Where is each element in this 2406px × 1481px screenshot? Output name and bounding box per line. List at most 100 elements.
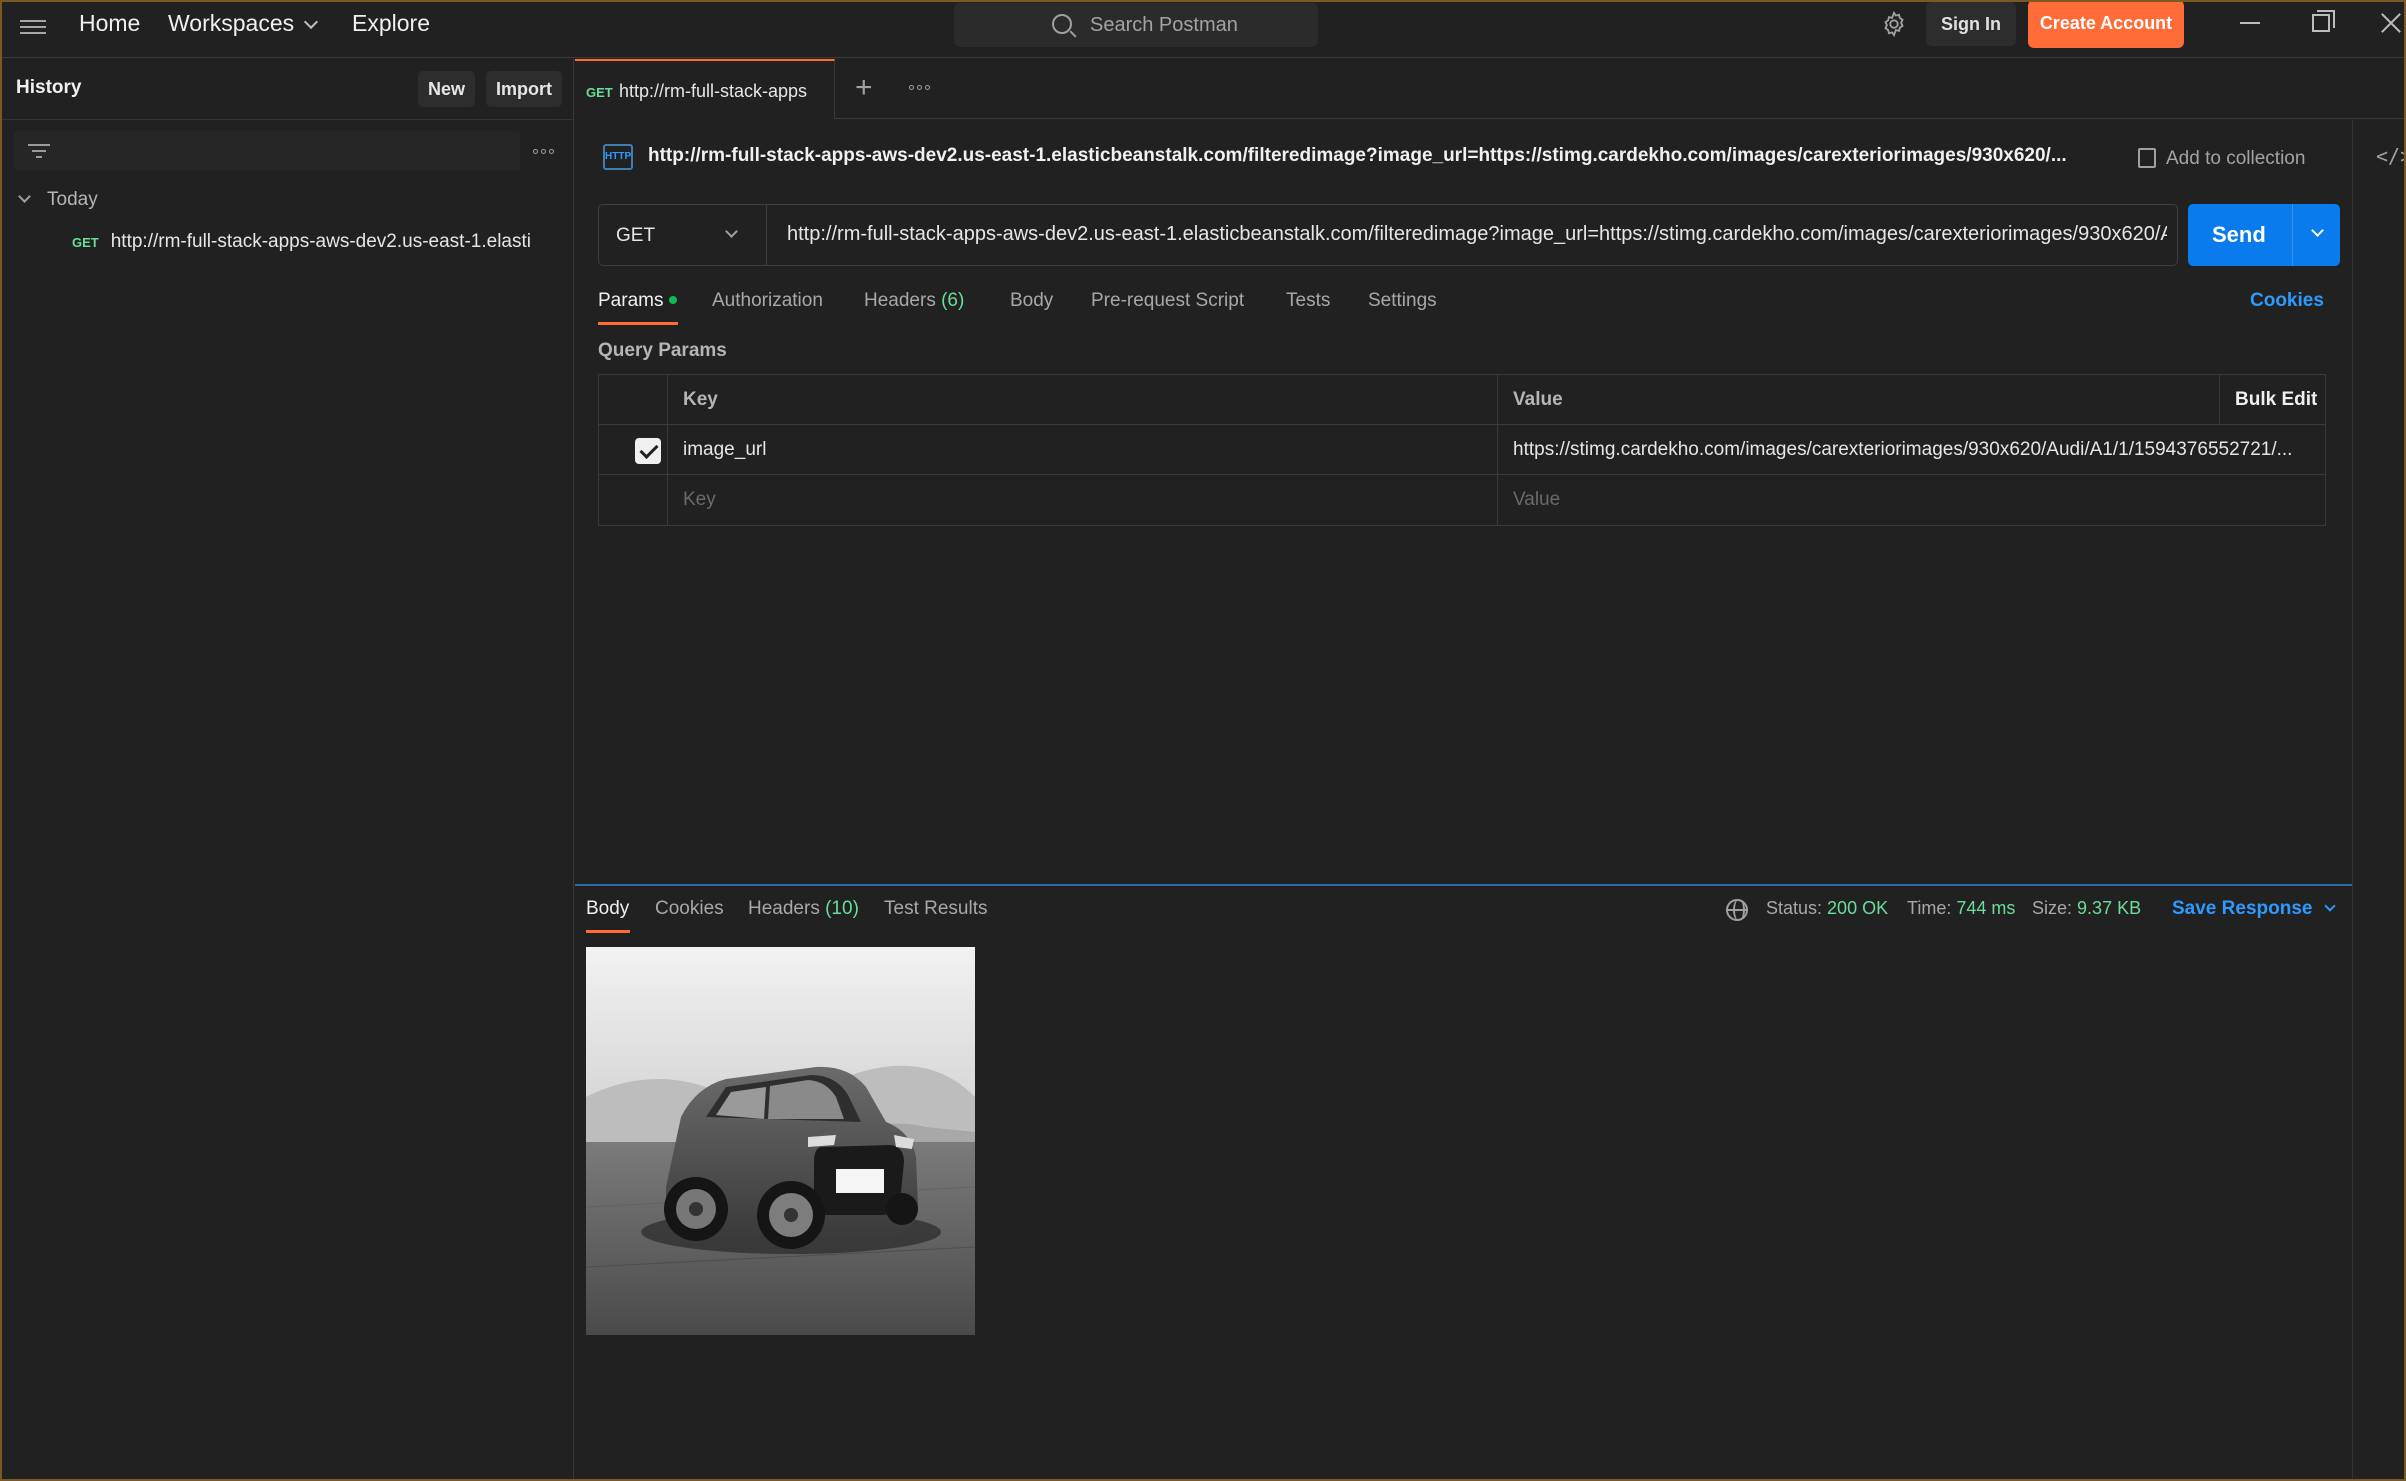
tab-method: GET — [586, 85, 613, 100]
param-key-input[interactable]: image_url — [683, 439, 1483, 461]
send-options-chevron-icon[interactable] — [2311, 224, 2324, 237]
tab-settings[interactable]: Settings — [1368, 290, 1437, 312]
nav-workspaces[interactable]: Workspaces — [168, 10, 319, 37]
table-row: image_url https://stimg.cardekho.com/ima… — [599, 425, 2325, 475]
nav-home[interactable]: Home — [79, 10, 140, 37]
headers-count: (6) — [941, 290, 965, 311]
response-tab-cookies[interactable]: Cookies — [655, 898, 724, 920]
code-icon[interactable]: </> — [2376, 144, 2406, 168]
cookies-link[interactable]: Cookies — [2250, 290, 2324, 312]
bulk-edit-button[interactable]: Bulk Edit — [2235, 389, 2317, 411]
time-info[interactable]: Time: 744 ms — [1907, 898, 2015, 919]
tab-options-icon[interactable] — [909, 85, 930, 90]
close-icon[interactable] — [2378, 10, 2404, 36]
active-response-tab-indicator — [586, 930, 630, 933]
response-pane-divider[interactable] — [575, 884, 2352, 886]
save-response-label: Save Response — [2172, 898, 2313, 919]
table-row-empty: Key Value — [599, 475, 2325, 525]
search-icon — [1052, 14, 1072, 34]
column-divider — [667, 375, 668, 525]
size-label: Size: — [2032, 898, 2073, 918]
column-divider — [1497, 375, 1498, 525]
tab-headers[interactable]: Headers (6) — [864, 290, 964, 312]
history-item-method: GET — [72, 235, 99, 250]
history-filter-input[interactable] — [14, 131, 520, 171]
param-value-input[interactable]: https://stimg.cardekho.com/images/carext… — [1513, 439, 2313, 461]
status-info[interactable]: Status: 200 OK — [1766, 898, 1888, 919]
method-select[interactable]: GET — [599, 205, 767, 265]
size-info[interactable]: Size: 9.37 KB — [2032, 898, 2141, 919]
response-tab-body[interactable]: Body — [586, 898, 629, 920]
size-value: 9.37 KB — [2077, 898, 2142, 918]
history-item-url: http://rm-full-stack-apps-aws-dev2.us-ea… — [110, 231, 531, 252]
sidebar-divider — [0, 119, 574, 120]
tab-body[interactable]: Body — [1010, 290, 1053, 312]
url-bar: GET http://rm-full-stack-apps-aws-dev2.u… — [598, 204, 2178, 266]
history-item[interactable]: GET http://rm-full-stack-apps-aws-dev2.us… — [72, 231, 572, 253]
status-value: 200 OK — [1827, 898, 1889, 918]
import-button[interactable]: Import — [486, 71, 562, 107]
chevron-down-icon — [725, 225, 738, 238]
query-params-table: Key Value Bulk Edit image_url https://st… — [598, 374, 2326, 526]
collection-icon — [2138, 148, 2156, 168]
response-image — [586, 947, 975, 1335]
more-options-icon[interactable] — [533, 149, 554, 154]
add-to-collection-label: Add to collection — [2166, 148, 2306, 169]
nav-explore[interactable]: Explore — [352, 10, 430, 37]
new-tab-icon[interactable]: + — [855, 71, 873, 105]
table-header-row: Key Value Bulk Edit — [599, 375, 2325, 425]
param-enabled-checkbox[interactable] — [635, 438, 661, 464]
tab-authorization[interactable]: Authorization — [712, 290, 823, 312]
send-button[interactable]: Send — [2188, 204, 2340, 266]
new-button[interactable]: New — [418, 71, 476, 107]
time-value: 744 ms — [1956, 898, 2016, 918]
right-rail-divider — [2352, 120, 2353, 1481]
request-title[interactable]: http://rm-full-stack-apps-aws-dev2.us-ea… — [648, 145, 2078, 167]
top-bar: Home Workspaces Explore Search Postman S… — [0, 0, 2406, 58]
gear-icon[interactable] — [1880, 10, 1908, 38]
status-label: Status: — [1766, 898, 1823, 918]
tab-params-label: Params — [598, 290, 664, 311]
tab-label: http://rm-full-stack-apps — [619, 81, 808, 101]
tab-headers-label: Headers — [864, 290, 936, 311]
sidebar-title: History — [16, 77, 82, 98]
time-label: Time: — [1907, 898, 1952, 918]
active-tab-indicator — [598, 322, 678, 325]
add-to-collection-button[interactable]: Add to collection — [2138, 144, 2305, 170]
sign-in-button[interactable]: Sign In — [1926, 2, 2016, 46]
nav-workspaces-label: Workspaces — [168, 10, 295, 36]
url-input[interactable]: http://rm-full-stack-apps-aws-dev2.us-ea… — [787, 223, 2167, 246]
column-divider — [2219, 375, 2220, 425]
search-placeholder: Search Postman — [1090, 14, 1238, 36]
response-headers-count: (10) — [825, 898, 859, 919]
new-param-key-input[interactable]: Key — [683, 489, 1483, 511]
save-response-button[interactable]: Save Response — [2172, 898, 2337, 920]
globe-icon[interactable] — [1726, 899, 1748, 921]
tab-pre-request-script[interactable]: Pre-request Script — [1091, 290, 1244, 312]
restore-icon[interactable] — [2312, 10, 2335, 32]
chevron-down-icon — [2324, 900, 2337, 912]
history-group-label: Today — [47, 189, 98, 210]
column-header-key: Key — [683, 389, 718, 410]
response-tab-test-results[interactable]: Test Results — [884, 898, 987, 920]
history-group-today[interactable]: Today — [18, 189, 98, 211]
response-tab-headers[interactable]: Headers (10) — [748, 898, 859, 920]
chevron-down-icon — [304, 14, 319, 30]
tab-params[interactable]: Params — [598, 290, 678, 312]
chevron-down-icon — [18, 190, 31, 203]
send-divider — [2292, 204, 2293, 266]
query-params-label: Query Params — [598, 340, 727, 361]
minimize-icon[interactable] — [2240, 22, 2260, 24]
column-header-value: Value — [1513, 389, 1563, 410]
params-indicator-dot — [669, 296, 678, 304]
history-sidebar: History New Import Today GET http://rm-fu… — [0, 59, 574, 1481]
filter-icon — [28, 144, 50, 162]
tab-tests[interactable]: Tests — [1286, 290, 1330, 312]
create-account-button[interactable]: Create Account — [2028, 0, 2184, 48]
request-tab[interactable]: GET http://rm-full-stack-apps — [575, 59, 835, 119]
menu-icon[interactable] — [20, 16, 46, 40]
search-box[interactable]: Search Postman — [954, 3, 1318, 47]
http-icon: HTTP — [603, 144, 633, 170]
tab-bar: GET http://rm-full-stack-apps + — [575, 59, 2406, 119]
new-param-value-input[interactable]: Value — [1513, 489, 2313, 511]
